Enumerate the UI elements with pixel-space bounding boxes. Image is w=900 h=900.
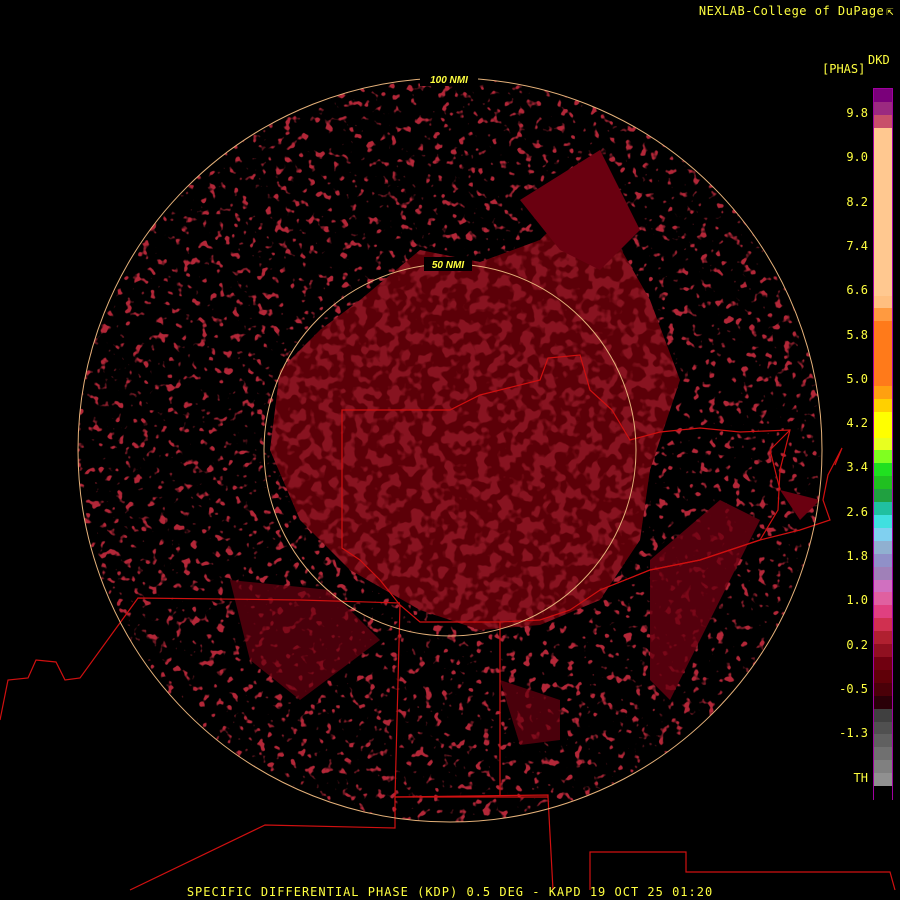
color-scale-swatch	[874, 618, 892, 632]
color-scale-swatch	[874, 373, 892, 387]
color-scale-swatch	[874, 786, 892, 800]
color-scale-swatch	[874, 489, 892, 503]
color-scale-tick-label: -0.5	[839, 681, 868, 696]
range-label-100: 100 NMI	[430, 75, 468, 86]
color-scale-tick-label: 3.4	[846, 460, 868, 475]
color-scale-swatch	[874, 760, 892, 774]
color-scale-swatch	[874, 579, 892, 594]
color-scale-tick-label: 5.8	[846, 327, 868, 342]
product-unit: [PHAS]	[822, 62, 866, 76]
color-scale-swatch	[874, 424, 892, 439]
color-scale-swatch	[874, 515, 892, 529]
radar-map: 100 NMI 50 NMI	[0, 72, 896, 891]
color-scale-tick-label: -1.3	[839, 726, 868, 741]
color-scale-swatch	[874, 631, 892, 645]
color-scale-tick-label: 7.4	[846, 238, 868, 253]
color-scale-swatch	[874, 231, 892, 245]
external-link-icon: ⇱	[886, 4, 894, 18]
credit-label: NEXLAB-College of DuPage	[698, 4, 885, 18]
color-scale-swatch	[874, 553, 892, 568]
color-scale-tick-label: 9.8	[846, 106, 868, 120]
color-scale-tick-label: TH	[853, 770, 868, 785]
color-scale-swatch	[874, 243, 892, 258]
color-scale-tick-label: 0.2	[846, 637, 868, 652]
color-scale-swatch	[874, 166, 892, 180]
color-scale-swatch	[874, 360, 892, 374]
color-scale-swatch	[874, 463, 892, 477]
color-scale-swatch	[874, 644, 892, 658]
color-scale-tick-label: 9.0	[846, 150, 868, 165]
color-scale-swatch	[874, 540, 892, 555]
color-scale-swatch	[874, 89, 892, 103]
credit-text[interactable]: NEXLAB-College of DuPage ⇱	[699, 4, 894, 18]
color-scale-swatch	[874, 502, 892, 516]
color-scale-swatch	[874, 269, 892, 284]
color-scale-swatch	[874, 308, 892, 322]
color-scale-swatch	[874, 295, 892, 310]
color-scale-swatch	[874, 682, 892, 697]
color-scale-swatch	[874, 657, 892, 671]
color-scale-swatch	[874, 114, 892, 129]
product-abbr: DKD	[868, 53, 890, 67]
color-scale-swatch	[874, 218, 892, 232]
color-scale-tick-label: 1.8	[846, 549, 868, 563]
color-scale-swatch	[874, 101, 892, 116]
color-scale-swatch	[874, 411, 892, 426]
color-scale-tick-label: 6.6	[846, 283, 868, 298]
color-scale-swatch	[874, 282, 892, 297]
color-scale-tick-label: 1.0	[846, 593, 868, 608]
color-scale-swatch	[874, 192, 892, 206]
color-scale-swatch	[874, 476, 892, 490]
color-scale-swatch	[874, 153, 892, 168]
color-scale-swatch	[874, 734, 892, 748]
color-scale-tick-label: 4.2	[846, 416, 868, 431]
color-scale-swatch	[874, 256, 892, 271]
color-scale-swatch	[874, 721, 892, 736]
color-scale-tick-label: 8.2	[846, 194, 868, 209]
color-scale-swatch	[874, 437, 892, 452]
color-scale-bar	[873, 88, 893, 800]
color-scale-swatch	[874, 347, 892, 361]
color-scale-swatch	[874, 566, 892, 581]
product-footer: SPECIFIC DIFFERENTIAL PHASE (KDP) 0.5 DE…	[186, 885, 714, 899]
color-scale-swatch	[874, 127, 892, 142]
color-scale-swatch	[874, 669, 892, 684]
color-scale-swatch	[874, 179, 892, 193]
color-scale-swatch	[874, 385, 892, 400]
color-scale-tick-label: 5.0	[846, 371, 868, 386]
color-scale-swatch	[874, 450, 892, 464]
color-scale-swatch	[874, 708, 892, 723]
color-scale-swatch	[874, 747, 892, 761]
color-scale-swatch	[874, 321, 892, 335]
color-scale-swatch	[874, 205, 892, 219]
color-scale-swatch	[874, 605, 892, 619]
range-label-50: 50 NMI	[432, 260, 464, 271]
color-scale-swatch	[874, 592, 892, 606]
color-scale-swatch	[874, 140, 892, 155]
color-scale-swatch	[874, 695, 892, 710]
color-scale-swatch	[874, 527, 892, 542]
color-scale-swatch	[874, 334, 892, 348]
color-scale-swatch	[874, 398, 892, 413]
color-scale-tick-label: 2.6	[846, 504, 868, 519]
color-scale-swatch	[874, 773, 892, 787]
